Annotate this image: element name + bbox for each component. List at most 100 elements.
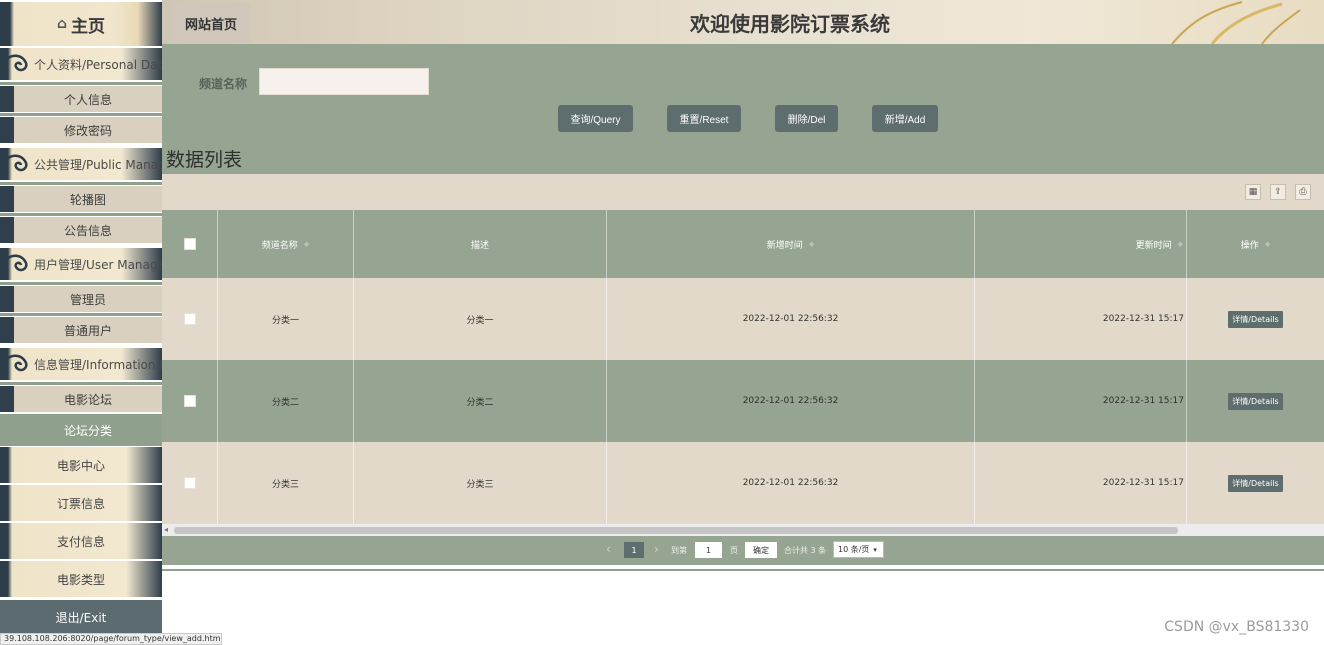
column-header-label: 操作 (1240, 240, 1259, 251)
export-icon[interactable]: ⇪ (1270, 184, 1286, 200)
sidebar-item-carousel[interactable]: 轮播图 (0, 186, 162, 212)
chevron-down-icon: ▾ (873, 545, 877, 554)
current-page[interactable]: 1 (624, 542, 644, 558)
select-all-cell (162, 210, 218, 278)
row-checkbox[interactable] (183, 477, 196, 489)
divider (0, 213, 162, 216)
sort-icon[interactable]: ◆ (1265, 240, 1270, 248)
sidebar-home-label: 主页 (71, 16, 106, 37)
swirl-icon (0, 54, 28, 72)
sidebar-home[interactable]: ⌂ 主页 (0, 2, 162, 46)
cell-action: 详情/Details (1187, 278, 1324, 360)
sort-icon[interactable]: ◆ (1178, 240, 1183, 248)
sidebar-section-public[interactable]: 公共管理/Public Manage (0, 148, 162, 180)
page-unit-label: 页 (730, 546, 738, 555)
column-header[interactable]: 操作 ◆ (1187, 210, 1324, 278)
goto-page-input[interactable]: 1 (695, 542, 722, 558)
sidebar-section-user[interactable]: 用户管理/User Manage (0, 248, 162, 280)
status-bar-url: 39.108.108.206:8020/page/forum_type/view… (0, 633, 222, 645)
sidebar-item-label: 公告信息 (63, 223, 112, 238)
sidebar-section-label: 用户管理/User Manage (34, 257, 162, 272)
sidebar-item-change-password[interactable]: 修改密码 (0, 117, 162, 143)
table-header: 频道名称 ◆ 描述 新增时间 ◆ 更新时间 ◆ 操作 ◆ (162, 210, 1324, 278)
query-button[interactable]: 查询/Query (558, 105, 633, 132)
scroll-left-icon[interactable]: ◂ (164, 525, 168, 534)
sort-icon[interactable]: ◆ (304, 240, 309, 248)
exit-button[interactable]: 退出/Exit (0, 600, 162, 634)
reset-button[interactable]: 重置/Reset (667, 105, 741, 132)
table-row: 分类三 分类三 2022-12-01 22:56:32 2022-12-31 1… (162, 442, 1324, 524)
column-header-label: 频道名称 (261, 240, 298, 251)
details-button[interactable]: 详情/Details (1228, 310, 1283, 328)
divider (0, 113, 162, 116)
leaf-decoration-icon (1171, 1, 1301, 44)
sidebar-item-admin[interactable]: 管理员 (0, 286, 162, 312)
divider (162, 569, 1324, 571)
watermark: CSDN @vx_BS81330 (1164, 619, 1309, 635)
details-button[interactable]: 详情/Details (1228, 474, 1283, 492)
sidebar-item-forum-category[interactable]: 论坛分类 (0, 414, 162, 446)
sidebar-item-label: 支付信息 (56, 534, 105, 549)
divider (0, 382, 162, 385)
cell-name: 分类二 (218, 360, 354, 442)
sidebar-item-ticket-info[interactable]: 订票信息 (0, 485, 162, 521)
page-size-value: 10 条/页 (838, 545, 870, 554)
table-row: 分类二 分类二 2022-12-01 22:56:32 2022-12-31 1… (162, 360, 1324, 442)
cell-created: 2022-12-01 22:56:32 (607, 442, 975, 524)
app-root: ⌂ 主页 个人资料/Personal Data 个人信息 修改密码 公共管理/P… (0, 0, 1324, 645)
sort-icon[interactable]: ◆ (809, 240, 814, 248)
columns-icon[interactable]: ▦ (1245, 184, 1261, 200)
sidebar-item-movie-forum[interactable]: 电影论坛 (0, 386, 162, 412)
sidebar-section-info[interactable]: 信息管理/Information Ma (0, 348, 162, 380)
sidebar-item-payment-info[interactable]: 支付信息 (0, 523, 162, 559)
home-icon: ⌂ (56, 16, 68, 32)
column-header-label: 更新时间 (1135, 240, 1172, 251)
cell-desc: 分类一 (354, 278, 607, 360)
data-table: 频道名称 ◆ 描述 新增时间 ◆ 更新时间 ◆ 操作 ◆ 分类一 分类一 2022-12… (162, 210, 1324, 524)
breadcrumb-home[interactable]: 网站首页 (172, 3, 250, 43)
swirl-icon (0, 354, 28, 372)
prev-page-icon[interactable]: ‹ (606, 542, 611, 556)
row-checkbox[interactable] (183, 313, 196, 325)
sidebar-item-normal-user[interactable]: 普通用户 (0, 317, 162, 343)
cell-action: 详情/Details (1187, 360, 1324, 442)
column-header[interactable]: 更新时间 ◆ (975, 210, 1187, 278)
add-button[interactable]: 新增/Add (872, 105, 938, 132)
sidebar-section-label: 公共管理/Public Manage (34, 157, 162, 172)
sidebar-item-movie-type[interactable]: 电影类型 (0, 561, 162, 597)
scrollbar-thumb[interactable] (174, 527, 1178, 534)
next-page-icon[interactable]: › (654, 542, 659, 556)
data-list-title: 数据列表 (166, 149, 243, 171)
column-header[interactable]: 频道名称 ◆ (218, 210, 354, 278)
cell-name: 分类一 (218, 278, 354, 360)
channel-name-input[interactable] (259, 68, 429, 95)
row-select-cell (162, 442, 218, 524)
horizontal-scrollbar[interactable]: ◂ (162, 524, 1324, 536)
sidebar-item-label: 电影类型 (56, 572, 105, 587)
column-header-label: 新增时间 (766, 240, 803, 251)
cell-created: 2022-12-01 22:56:32 (607, 360, 975, 442)
sidebar-item-label: 电影论坛 (63, 392, 112, 407)
page-size-select[interactable]: 10 条/页 ▾ (833, 541, 884, 558)
details-button[interactable]: 详情/Details (1228, 392, 1283, 410)
sidebar-item-label: 修改密码 (63, 123, 112, 138)
column-header[interactable]: 新增时间 ◆ (607, 210, 975, 278)
sidebar-item-notice[interactable]: 公告信息 (0, 217, 162, 243)
cell-name: 分类三 (218, 442, 354, 524)
table-row: 分类一 分类一 2022-12-01 22:56:32 2022-12-31 1… (162, 278, 1324, 360)
column-header: 描述 (354, 210, 607, 278)
sidebar-item-label: 普通用户 (63, 323, 112, 338)
cell-updated: 2022-12-31 15:17 (975, 442, 1187, 524)
sidebar-item-movie-center[interactable]: 电影中心 (0, 447, 162, 483)
sidebar-item-label: 个人信息 (63, 92, 112, 107)
goto-confirm-button[interactable]: 确定 (745, 542, 777, 558)
sidebar-item-personal-info[interactable]: 个人信息 (0, 86, 162, 112)
sidebar-section-personal[interactable]: 个人资料/Personal Data (0, 48, 162, 80)
sidebar: ⌂ 主页 个人资料/Personal Data 个人信息 修改密码 公共管理/P… (0, 0, 162, 645)
delete-button[interactable]: 删除/Del (775, 105, 838, 132)
print-icon[interactable]: ⎙ (1295, 184, 1311, 200)
cell-desc: 分类三 (354, 442, 607, 524)
row-checkbox[interactable] (183, 395, 196, 407)
column-header-label: 描述 (470, 240, 489, 251)
select-all-checkbox[interactable] (183, 238, 196, 250)
